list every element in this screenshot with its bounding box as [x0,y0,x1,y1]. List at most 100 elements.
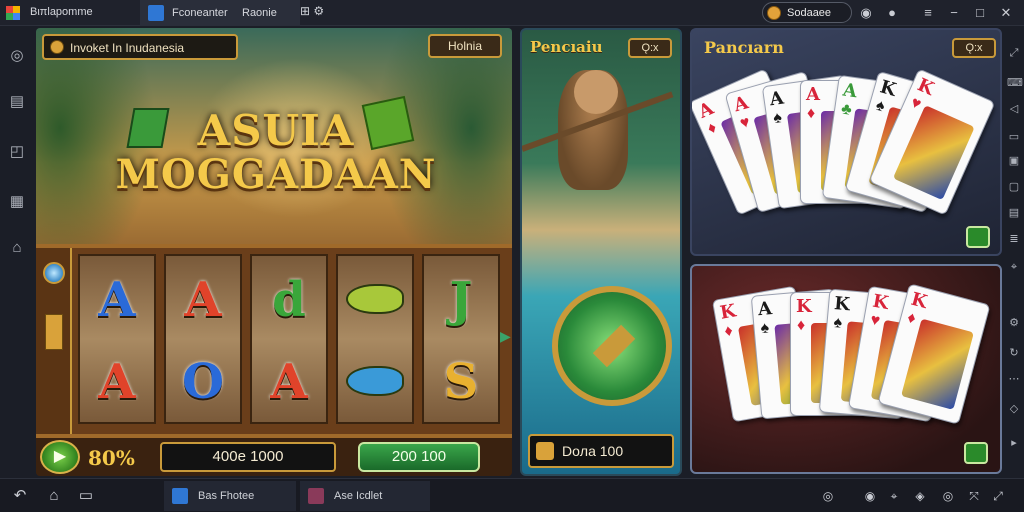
fullscreen-icon[interactable]: ⤢ [1007,46,1021,60]
card-rank: A [695,97,717,123]
app-logo-icon [6,6,20,20]
taskbar-item-label: Ase Icdlet [334,490,383,502]
trophy-icon [536,442,554,460]
menu-button[interactable]: Holnia [428,34,502,58]
info-banner-text: Invoket In Inudanesia [70,41,185,55]
panel-title: Pancıarn [704,38,784,57]
compass-icon[interactable]: ◎ [7,46,27,66]
camera-icon[interactable]: ▢ [1007,180,1021,194]
game-title-line1: ASUIA [197,106,355,155]
left-sidebar: ◎ ▤ ◰ ▦ ⌂ [0,26,34,478]
play-icon[interactable] [964,442,988,464]
close-icon[interactable]: ✕ [996,3,1016,23]
panel-balance[interactable]: Doлa 100 [528,434,674,468]
info-banner[interactable]: Invoket In Inudanesia [42,34,238,60]
compass-illustration [552,286,672,406]
tab-current[interactable]: Fconeanter Raonie [140,0,300,26]
macro-icon[interactable]: ◉ [862,488,878,504]
card-rank: A [841,79,859,103]
card-suit-icon: ♠ [759,319,770,338]
home-icon[interactable]: ⌂ [7,238,27,258]
record-icon[interactable]: ▣ [1007,154,1021,168]
card-suit-icon: ♦ [807,105,816,122]
document-icon[interactable]: ▤ [7,92,27,112]
game-title-line2: MOGGADAAN [115,151,437,198]
title-bar: Βιπlapomme Fconeanter Raonie ⊞ ⚙ Sodaaee… [0,0,1024,26]
card-face-art [892,105,975,201]
panel-badge[interactable]: Ǫ:x [628,38,672,58]
menu-icon[interactable]: ≡ [918,3,938,23]
gem-icon [50,40,64,54]
card-suit-icon: ♦ [704,119,720,138]
coin-label: Sodaaee [787,7,832,19]
tab-tools-icon[interactable]: ⊞ ⚙ [300,4,336,22]
card-rank: A [768,87,786,111]
panel-title: Pencıaiu [530,38,603,56]
shake-icon[interactable]: ⤧ [966,488,982,504]
reel-column [336,254,414,424]
gem-icon [45,314,63,350]
gamepad-icon[interactable]: ◎ [820,488,836,504]
reel-frame: AAAOdA JS ▶ [36,244,512,438]
reel-side-ornament [36,248,72,434]
layers-icon[interactable]: ≣ [1007,232,1021,246]
app-icon [308,488,324,504]
character-head [574,70,618,114]
bag-icon[interactable]: ◰ [7,142,27,162]
location-icon[interactable]: ⌖ [886,488,902,504]
account-icon[interactable]: ● [882,3,902,23]
win-button[interactable]: 200 100 [358,442,480,472]
tab-app-icon [148,5,164,21]
shake-icon[interactable]: ◇ [1007,402,1021,416]
taskbar-item[interactable]: Bas Fhotee [164,481,296,511]
card-suit-icon: ♥ [738,113,752,133]
gallery-icon[interactable]: ▦ [7,192,27,212]
volume-icon[interactable]: ◁ [1007,102,1021,116]
card-game-panel-2[interactable]: K ♦ A ♠ K ♦ K ♠ K ♥ K ♦ [690,264,1002,474]
panel-balance-text: Doлa 100 [562,443,624,459]
card-suit-icon: ♦ [723,322,735,341]
slot-game-panel[interactable]: Invoket In Inudanesia Holnia ASUIA MOGGA… [36,28,512,476]
fish-symbol-icon [346,366,404,396]
reel-column: AO [164,254,242,424]
back-icon[interactable]: ↶ [10,487,30,505]
reel-column: dA [250,254,328,424]
fish-symbol-icon [346,284,404,314]
rotate-icon[interactable]: ↻ [1007,346,1021,360]
sidebar-toggle-icon[interactable]: ▸ [1007,436,1021,450]
folder-icon[interactable]: ▤ [1007,206,1021,220]
card-rank: K [833,293,851,316]
card-rank: K [796,296,812,317]
reel-column: JS [422,254,500,424]
right-sidebar: ⤢ ⌨ ◁ ▭ ▣ ▢ ▤ ≣ ⌖ ⚙ ↻ ⋯ ◇ ▸ [1004,26,1024,478]
coin-balance-pill[interactable]: Sodaaee [762,2,852,23]
home-icon[interactable]: ⌂ [44,487,64,505]
settings-icon[interactable]: ⚙ [1007,316,1021,330]
multi-instance-icon[interactable]: ◎ [940,488,956,504]
panel-badge[interactable]: Ǫ:x [952,38,996,58]
screen-icon[interactable]: ▭ [1007,130,1021,144]
play-icon[interactable] [966,226,990,248]
card-rank: A [806,84,820,105]
location-icon[interactable]: ⌖ [1007,260,1021,274]
minimize-icon[interactable]: − [944,3,964,23]
notification-icon[interactable]: ◉ [856,3,876,23]
card-suit-icon: ♦ [905,309,918,328]
screenshot-icon[interactable]: ◈ [912,488,928,504]
maximize-icon[interactable]: □ [970,3,990,23]
taskbar-item[interactable]: Ase Icdlet [300,481,430,511]
reel-symbol: A [98,354,136,410]
spin-button[interactable]: ▶ [40,440,80,474]
card-game-panel[interactable]: Pancıarn Ǫ:x A ♦ A ♥ A ♠ A ♦ A ♣ K ♠ K ♥ [690,28,1002,256]
recents-icon[interactable]: ▭ [76,487,96,505]
fishing-game-panel[interactable]: Pencıaiu Ǫ:x Doлa 100 [520,28,682,476]
keyboard-icon[interactable]: ⌨ [1007,76,1023,90]
expand-icon[interactable]: ⤢ [990,488,1006,504]
chevron-right-icon[interactable]: ▶ [500,328,511,348]
more-icon[interactable]: ⋯ [1007,372,1021,386]
coin-icon [767,6,781,20]
card-suit-icon: ♠ [832,314,843,332]
compass-star-icon [592,324,636,368]
taskbar-item-label: Bas Fhotee [198,490,255,502]
reel-column: AA [78,254,156,424]
